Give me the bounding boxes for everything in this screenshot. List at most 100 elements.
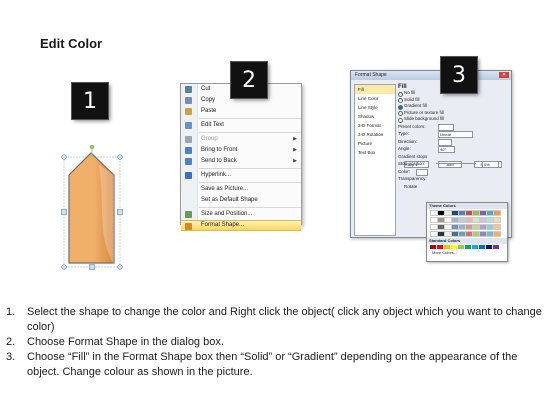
color-swatch[interactable] (493, 224, 501, 230)
menu-separator (199, 207, 301, 208)
instruction-number: 1. (6, 306, 16, 318)
type-row: Type: Linear (398, 130, 508, 138)
instruction-item: 2. Choose Format Shape in the dialog box. (6, 335, 552, 350)
page-title: Edit Color (40, 36, 103, 51)
category-fill[interactable]: Fill (355, 85, 395, 94)
color-swatch[interactable] (493, 231, 501, 237)
size-icon (185, 211, 192, 218)
theme-color-grid (427, 209, 507, 238)
group-icon (185, 136, 192, 143)
instruction-text: Select the shape to change the color and… (27, 306, 542, 333)
copy-icon (185, 97, 192, 104)
menu-item-label: Group (201, 136, 218, 142)
resize-handle-tr[interactable] (117, 154, 123, 160)
category-picture[interactable]: Picture (355, 139, 395, 148)
menu-item-save-as-picture[interactable]: Save as Picture... (181, 184, 301, 195)
menu-item-set-as-default-shape[interactable]: Set as Default Shape (181, 195, 301, 206)
category-3d-format[interactable]: 3-D Format (355, 121, 395, 130)
step-badge-2: 2 (231, 62, 267, 98)
resize-handle-l[interactable] (61, 209, 67, 215)
type-label: Type: (398, 131, 410, 136)
category-list: Fill Line Color Line Style Shadow 3-D Fo… (354, 84, 396, 236)
menu-separator (199, 168, 301, 169)
bring-front-icon (185, 147, 192, 154)
menu-separator (199, 118, 301, 119)
menu-item-hyperlink[interactable]: Hyperlink... (181, 170, 301, 181)
transparency-label: Transparency: (398, 176, 427, 181)
category-3d-rotation[interactable]: 3-D Rotation (355, 130, 395, 139)
rotation-handle[interactable] (89, 144, 95, 150)
instruction-number: 2. (6, 336, 16, 348)
menu-item-send-to-back[interactable]: Send to Back ▶ (181, 156, 301, 167)
direction-row: Direction: (398, 138, 508, 146)
instruction-text: Choose “Fill” in the Format Shape box th… (27, 351, 518, 378)
scissors-icon (185, 86, 192, 93)
menu-separator (199, 182, 301, 183)
more-colors-link[interactable]: More Colors... (427, 250, 507, 256)
color-swatch[interactable] (451, 245, 457, 249)
color-swatch[interactable] (486, 245, 492, 249)
context-menu-items: Cut Copy Paste Edit Text Group ▶ Bring to Fron… (181, 84, 301, 231)
menu-item-label: Bring to Front (201, 147, 238, 153)
selected-shape[interactable] (55, 144, 130, 277)
menu-item-size-and-position[interactable]: Size and Position... (181, 209, 301, 220)
rotate-row: Rotate (398, 183, 508, 191)
preset-colors-label: Preset colors: (398, 123, 426, 129)
instruction-number: 3. (6, 351, 16, 363)
resize-handle-bl[interactable] (61, 264, 67, 270)
resize-handle-tl[interactable] (61, 154, 67, 160)
category-shadow[interactable]: Shadow (355, 112, 395, 121)
direction-label: Direction: (398, 138, 418, 144)
menu-item-group[interactable]: Group ▶ (181, 134, 301, 145)
hyperlink-icon (185, 172, 192, 179)
menu-item-label: Cut (201, 86, 211, 92)
menu-item-format-shape[interactable]: Format Shape... (181, 220, 301, 231)
category-text-box[interactable]: Text Box (355, 148, 395, 157)
menu-item-label: Paste (201, 108, 217, 114)
menu-item-paste[interactable]: Paste (181, 106, 301, 117)
gradient-stops-label: Gradient stops (398, 153, 428, 159)
color-swatch[interactable] (472, 245, 478, 249)
menu-item-label: Size and Position... (201, 211, 253, 217)
color-swatch[interactable] (444, 245, 450, 249)
color-swatch[interactable] (430, 245, 436, 249)
menu-item-label: Save as Picture... (201, 186, 249, 192)
color-swatch[interactable] (437, 245, 443, 249)
menu-separator (199, 132, 301, 133)
submenu-arrow-icon: ▶ (293, 136, 297, 142)
color-swatch[interactable] (493, 217, 501, 223)
menu-item-edit-text[interactable]: Edit Text (181, 120, 301, 131)
angle-label: Angle: (398, 146, 411, 151)
stop-position-slider[interactable] (436, 163, 476, 164)
resize-handle-r[interactable] (117, 209, 123, 215)
step-badge-3: 3 (441, 57, 477, 93)
menu-item-label: Hyperlink... (201, 172, 232, 178)
context-menu: Cut Copy Paste Edit Text Group ▶ Bring to Fron… (180, 83, 302, 231)
instruction-text: Choose Format Shape in the dialog box. (27, 336, 224, 348)
resize-handle-br[interactable] (117, 264, 123, 270)
color-swatch[interactable] (465, 245, 471, 249)
menu-item-label: Set as Default Shape (201, 197, 258, 203)
resize-handle-b[interactable] (89, 264, 95, 270)
menu-item-bring-to-front[interactable]: Bring to Front ▶ (181, 145, 301, 156)
close-icon[interactable]: ✕ (499, 72, 509, 78)
paste-icon (185, 108, 192, 115)
angle-row: Angle: 90° (398, 145, 508, 153)
color-swatch[interactable] (479, 245, 485, 249)
color-swatch[interactable] (493, 210, 501, 216)
instruction-item: 1. Select the shape to change the color a… (6, 305, 552, 335)
edit-text-icon (185, 122, 192, 129)
transparency-row: Transparency: (398, 175, 508, 183)
stop-position-row: Stop position: 0% (398, 160, 508, 168)
menu-item-label: Format Shape... (201, 222, 245, 228)
category-line-style[interactable]: Line Style (355, 103, 395, 112)
stop-position-label: Stop position: (398, 161, 426, 166)
pencil-shape-svg (61, 144, 123, 270)
send-back-icon (185, 158, 192, 165)
color-swatch[interactable] (458, 245, 464, 249)
format-shape-icon (185, 223, 192, 230)
step-badge-1: 1 (72, 83, 108, 119)
rotate-label[interactable]: Rotate (398, 184, 417, 189)
category-line-color[interactable]: Line Color (355, 94, 395, 103)
color-swatch[interactable] (493, 245, 499, 249)
